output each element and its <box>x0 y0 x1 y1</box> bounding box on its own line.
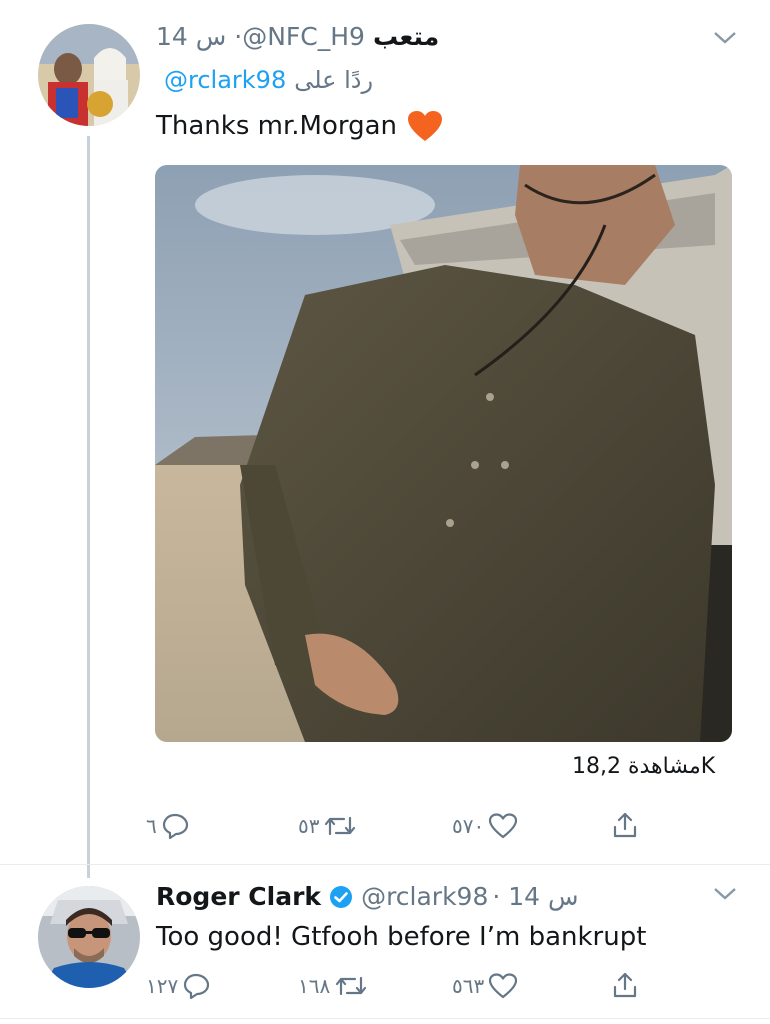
thread-connector-line <box>87 136 90 878</box>
retweet-count: ١٦٨ <box>298 974 331 998</box>
reply-icon <box>182 972 212 1000</box>
like-count: ٥٧٠ <box>452 814 485 838</box>
tweet1-timestamp[interactable]: 14 س · <box>156 22 242 51</box>
retweet-icon <box>334 972 368 1000</box>
reply-button[interactable]: ٦ <box>146 812 191 840</box>
retweet-count: ٥٣ <box>298 814 320 838</box>
tweet2-action-bar: ١٢٧ ١٦٨ ٥٦٣ <box>140 968 660 1008</box>
retweet-button[interactable]: ٥٣ <box>298 812 357 840</box>
reply-icon <box>161 812 191 840</box>
retweet-button[interactable]: ١٦٨ <box>298 972 368 1000</box>
tweet2-header: Roger Clark @rclark98 · 14 س <box>156 882 579 911</box>
tweet1-video-thumbnail[interactable] <box>155 165 732 742</box>
replying-to-mention[interactable]: @rclark98 <box>164 66 286 94</box>
retweet-icon <box>323 812 357 840</box>
replying-to-label: ردًا على <box>294 66 374 94</box>
share-icon <box>610 810 640 840</box>
chevron-down-icon[interactable] <box>712 884 738 909</box>
reply-button[interactable]: ١٢٧ <box>146 972 212 1000</box>
tweet1-text: Thanks mr.Morgan <box>156 110 443 142</box>
replying-to: @rclark98 ردًا على <box>164 66 373 94</box>
reply-count: ١٢٧ <box>146 974 179 998</box>
tweet1-view-count: مشاهدة 18,2K <box>572 754 716 779</box>
tweet2-timestamp[interactable]: · 14 س <box>492 882 578 911</box>
tweet1-handle[interactable]: @NFC_H9 <box>242 22 365 51</box>
avatar[interactable] <box>38 886 140 988</box>
orange-heart-emoji <box>407 110 443 142</box>
chevron-down-icon[interactable] <box>712 28 738 53</box>
avatar[interactable] <box>38 24 140 126</box>
tweet2-text: Too good! Gtfooh before I’m bankrupt <box>156 922 647 952</box>
like-count: ٥٦٣ <box>452 974 485 998</box>
tweet2-handle[interactable]: @rclark98 <box>361 882 488 911</box>
bottom-divider <box>0 1018 770 1019</box>
like-button[interactable]: ٥٦٣ <box>452 972 518 1000</box>
share-button[interactable] <box>610 970 640 1000</box>
tweet-divider <box>0 864 770 865</box>
tweet1-body: Thanks mr.Morgan <box>156 111 398 141</box>
like-icon <box>488 972 518 1000</box>
share-icon <box>610 970 640 1000</box>
tweet1-action-bar: ٦ ٥٣ ٥٧٠ <box>140 808 660 848</box>
tweet1-header: 14 س · @NFC_H9 متعب <box>156 22 439 51</box>
reply-count: ٦ <box>146 814 157 838</box>
verified-badge-icon <box>329 885 353 909</box>
tweet1-display-name[interactable]: متعب <box>373 22 439 51</box>
share-button[interactable] <box>610 810 640 840</box>
tweet2-display-name[interactable]: Roger Clark <box>156 882 321 911</box>
like-button[interactable]: ٥٧٠ <box>452 812 518 840</box>
like-icon <box>488 812 518 840</box>
